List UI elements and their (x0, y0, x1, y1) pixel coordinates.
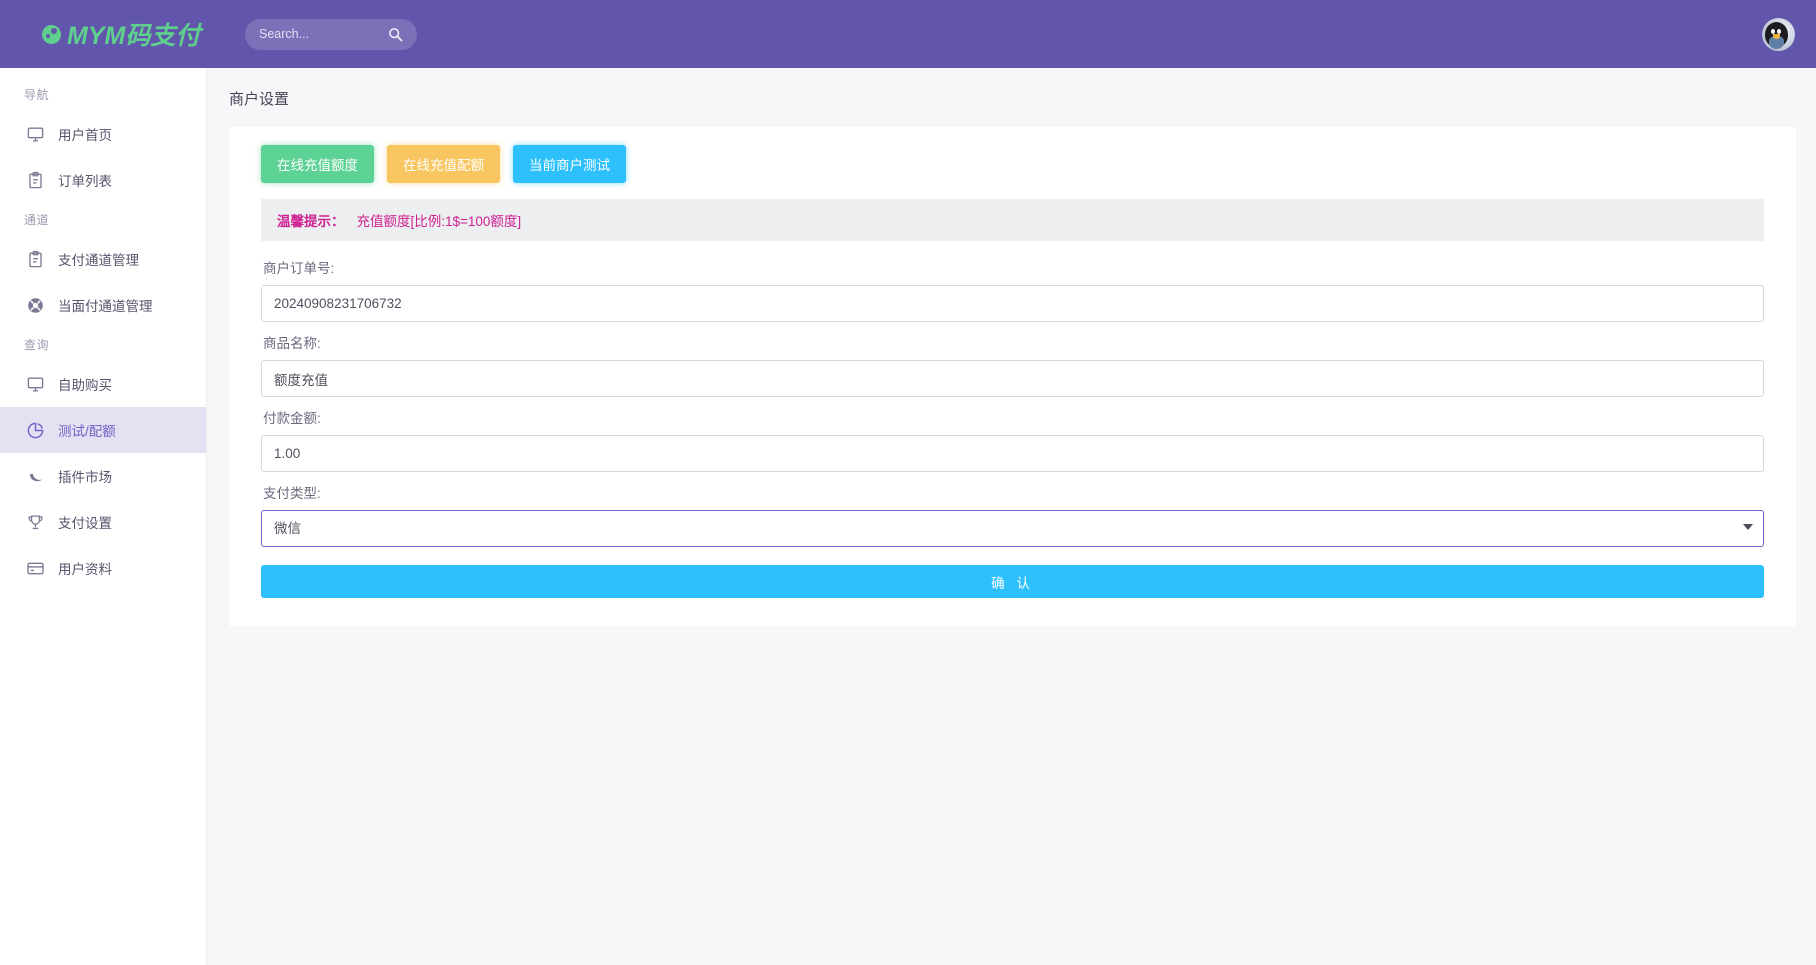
monitor-icon (25, 374, 45, 394)
merchant-order-no-label: 商户订单号: (263, 257, 1764, 277)
sidebar-group-header-navigation: 导航 (0, 78, 206, 111)
sidebar-item-payment-settings[interactable]: 支付设置 (0, 499, 206, 545)
avatar-eye-right (1777, 29, 1781, 34)
page-title: 商户设置 (207, 68, 1816, 109)
sidebar-item-payment-channel-manage[interactable]: 支付通道管理 (0, 236, 206, 282)
pay-type-label: 支付类型: (263, 482, 1764, 502)
product-name-input[interactable] (261, 360, 1764, 397)
form-group-merchant-order-no: 商户订单号: (249, 257, 1776, 322)
product-name-label: 商品名称: (263, 332, 1764, 352)
sidebar-item-user-home[interactable]: 用户首页 (0, 111, 206, 157)
sidebar-item-label: 自助购买 (58, 374, 112, 394)
sidebar-item-label: 用户首页 (58, 124, 112, 144)
form-group-product-name: 商品名称: (249, 332, 1776, 397)
form-group-payment-amount: 付款金额: (249, 407, 1776, 472)
payment-amount-input[interactable] (261, 435, 1764, 472)
navbar-right-actions (1762, 18, 1795, 51)
sidebar-item-user-profile[interactable]: 用户资料 (0, 545, 206, 591)
sidebar-item-label: 用户资料 (58, 558, 112, 578)
monitor-icon (25, 124, 45, 144)
tip-alert: 温馨提示： 充值额度[比例:1$=100额度] (261, 199, 1764, 241)
sidebar-item-label: 订单列表 (58, 170, 112, 190)
tip-alert-text: 充值额度[比例:1$=100额度] (357, 214, 522, 229)
tab-online-recharge-quota-config[interactable]: 在线充值配额 (387, 145, 500, 183)
brand-logo[interactable]: MYM码支付 (0, 0, 240, 68)
sidebar-group-header-channel: 通道 (0, 203, 206, 236)
avatar[interactable] (1762, 18, 1795, 51)
tab-current-merchant-test[interactable]: 当前商户测试 (513, 145, 626, 183)
form-group-pay-type: 支付类型: 微信 (249, 482, 1776, 547)
circle-logo-icon (42, 25, 61, 44)
brand-title: MYM码支付 (67, 16, 200, 52)
merchant-settings-card: 在线充值额度 在线充值配额 当前商户测试 温馨提示： 充值额度[比例:1$=100… (229, 127, 1796, 626)
clipboard-icon (25, 249, 45, 269)
sidebar-item-test-quota[interactable]: 测试/配额 (0, 407, 206, 453)
sidebar-item-plugin-market[interactable]: 插件市场 (0, 453, 206, 499)
tip-alert-title: 温馨提示： (277, 214, 345, 229)
merchant-order-no-input[interactable] (261, 285, 1764, 322)
pay-type-select[interactable]: 微信 (261, 510, 1764, 547)
pie-chart-icon (25, 420, 45, 440)
sidebar-item-order-list[interactable]: 订单列表 (0, 157, 206, 203)
sidebar-item-label: 当面付通道管理 (58, 295, 153, 315)
sidebar-item-self-purchase[interactable]: 自助购买 (0, 361, 206, 407)
top-navbar: MYM码支付 (0, 0, 1816, 68)
sidebar-item-label: 测试/配额 (58, 420, 116, 440)
sidebar: 导航 用户首页 订单列表 通道 支付通道管理 (0, 68, 207, 965)
sidebar-item-label: 支付设置 (58, 512, 112, 532)
sidebar-item-face-pay-channel-manage[interactable]: 当面付通道管理 (0, 282, 206, 328)
moon-icon (25, 466, 45, 486)
clipboard-icon (25, 170, 45, 190)
avatar-beak (1773, 34, 1780, 39)
search-icon[interactable] (388, 27, 403, 42)
tab-online-recharge-quota-amount[interactable]: 在线充值额度 (261, 145, 374, 183)
card-icon (25, 558, 45, 578)
confirm-button[interactable]: 确 认 (261, 565, 1764, 598)
sidebar-item-label: 支付通道管理 (58, 249, 139, 269)
sidebar-item-label: 插件市场 (58, 466, 112, 486)
trophy-icon (25, 512, 45, 532)
tab-button-row: 在线充值额度 在线充值配额 当前商户测试 (249, 145, 1776, 183)
search-input[interactable] (245, 20, 380, 49)
sidebar-group-header-query: 查询 (0, 328, 206, 361)
payment-amount-label: 付款金额: (263, 407, 1764, 427)
lifebuoy-icon (25, 295, 45, 315)
main-content: 商户设置 在线充值额度 在线充值配额 当前商户测试 温馨提示： 充值额度[比例:1… (207, 68, 1816, 965)
avatar-eye-left (1771, 29, 1775, 34)
search-box[interactable] (245, 19, 417, 50)
pay-type-select-wrap: 微信 (261, 510, 1764, 547)
